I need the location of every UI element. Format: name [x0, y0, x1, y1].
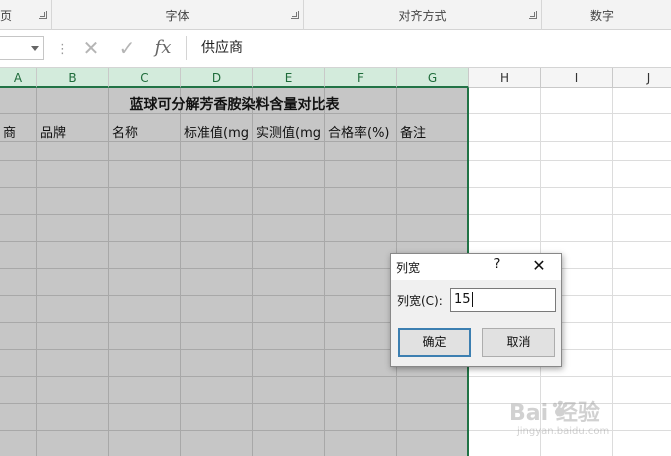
close-icon[interactable]: ✕ [528, 256, 550, 276]
text-caret [471, 292, 473, 307]
column-width-dialog: 列宽 ? ✕ 列宽(C): 15 确定 取消 [390, 253, 562, 367]
gridline [469, 113, 671, 114]
column-header-j[interactable]: J [613, 68, 671, 88]
header-cell-standard-value[interactable]: 标准值(mg [181, 122, 252, 142]
column-header-g[interactable]: G [397, 68, 469, 88]
gridline [469, 376, 671, 377]
header-cell-measured-value[interactable]: 实测值(mg [253, 122, 324, 142]
gridline [0, 214, 469, 215]
gridline [36, 88, 37, 456]
gridline [469, 141, 671, 142]
ribbon-group-label: 对齐方式 [398, 9, 447, 23]
sheet-title[interactable]: 蓝球可分解芳香胺染料含量对比表 [0, 94, 469, 114]
dialog-launcher-icon[interactable] [291, 11, 299, 19]
enter-icon[interactable]: ✓ [112, 36, 142, 60]
gridline [0, 241, 469, 242]
formula-input[interactable]: 供应商 [186, 36, 671, 60]
ribbon-group-page: 页 [0, 0, 52, 30]
column-header-i[interactable]: I [541, 68, 613, 88]
dialog-launcher-icon[interactable] [39, 11, 47, 19]
header-cell-brand[interactable]: 品牌 [37, 122, 108, 142]
cancel-button[interactable]: 取消 [482, 328, 555, 357]
dialog-titlebar[interactable]: 列宽 ? ✕ [391, 254, 561, 280]
gridline [469, 187, 671, 188]
gridline [108, 88, 109, 456]
gridline [252, 88, 253, 456]
header-cell-pass-rate[interactable]: 合格率(%) [325, 122, 396, 142]
ribbon-group-label: 数字 [589, 9, 614, 23]
column-header-a[interactable]: A [0, 68, 37, 88]
watermark: Bai 经验 jingyan.baidu.com [509, 395, 639, 445]
column-width-input[interactable]: 15 [450, 288, 556, 312]
insert-function-icon[interactable]: fx [148, 36, 178, 60]
column-header-h[interactable]: H [469, 68, 541, 88]
paw-icon [552, 400, 568, 417]
formula-bar: ⋮ ✕ ✓ fx 供应商 [0, 30, 671, 68]
ribbon-group-label: 字体 [165, 9, 190, 23]
gridline [469, 160, 671, 161]
chevron-down-icon[interactable] [31, 46, 39, 51]
ribbon-group-bar: 页 字体 对齐方式 数字 [0, 0, 671, 30]
dialog-title: 列宽 [396, 261, 421, 275]
dialog-launcher-icon[interactable] [529, 11, 537, 19]
watermark-url: jingyan.baidu.com [517, 426, 610, 437]
gridline [0, 160, 469, 161]
header-cell-name[interactable]: 名称 [109, 122, 180, 142]
header-cell-remarks[interactable]: 备注 [397, 122, 467, 142]
ribbon-group-number: 数字 [542, 0, 671, 30]
column-width-label: 列宽(C): [397, 294, 443, 308]
gridline [324, 88, 325, 456]
gridline [0, 376, 469, 377]
column-header-b[interactable]: B [37, 68, 109, 88]
name-box[interactable] [0, 36, 44, 60]
cancel-icon[interactable]: ✕ [76, 36, 106, 60]
header-cell-supplier[interactable]: 商 [0, 122, 36, 142]
formula-bar-grip: ⋮ [56, 42, 69, 57]
gridline [180, 88, 181, 456]
column-width-value: 15 [454, 292, 471, 307]
column-header-f[interactable]: F [325, 68, 397, 88]
column-header-c[interactable]: C [109, 68, 181, 88]
gridline [0, 430, 469, 431]
column-header-d[interactable]: D [181, 68, 253, 88]
gridline [469, 241, 671, 242]
help-icon[interactable]: ? [490, 257, 504, 275]
gridline [469, 214, 671, 215]
gridline [0, 403, 469, 404]
ok-button[interactable]: 确定 [398, 328, 471, 357]
ribbon-group-alignment: 对齐方式 [304, 0, 542, 30]
ribbon-group-font: 字体 [52, 0, 304, 30]
column-header-e[interactable]: E [253, 68, 325, 88]
gridline [0, 187, 469, 188]
